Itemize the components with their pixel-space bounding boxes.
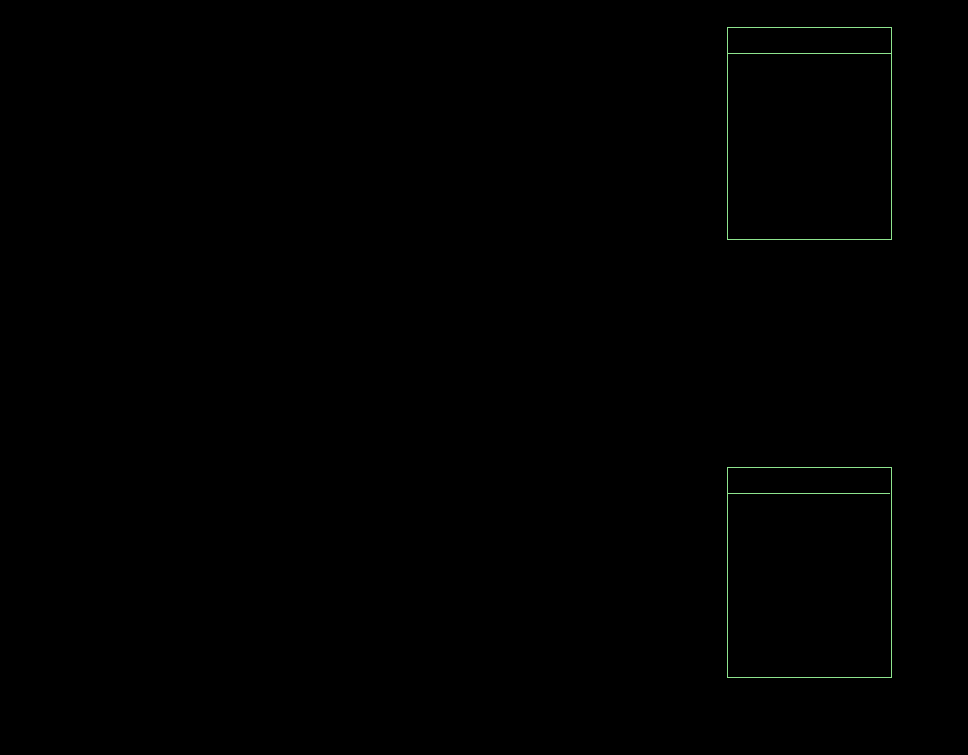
autoscala-output-table [727,27,892,240]
aip-table-title [727,467,890,494]
autoscala-table-body [728,54,891,239]
autoscala-table-title [728,28,891,54]
aip-output-box [727,467,892,678]
